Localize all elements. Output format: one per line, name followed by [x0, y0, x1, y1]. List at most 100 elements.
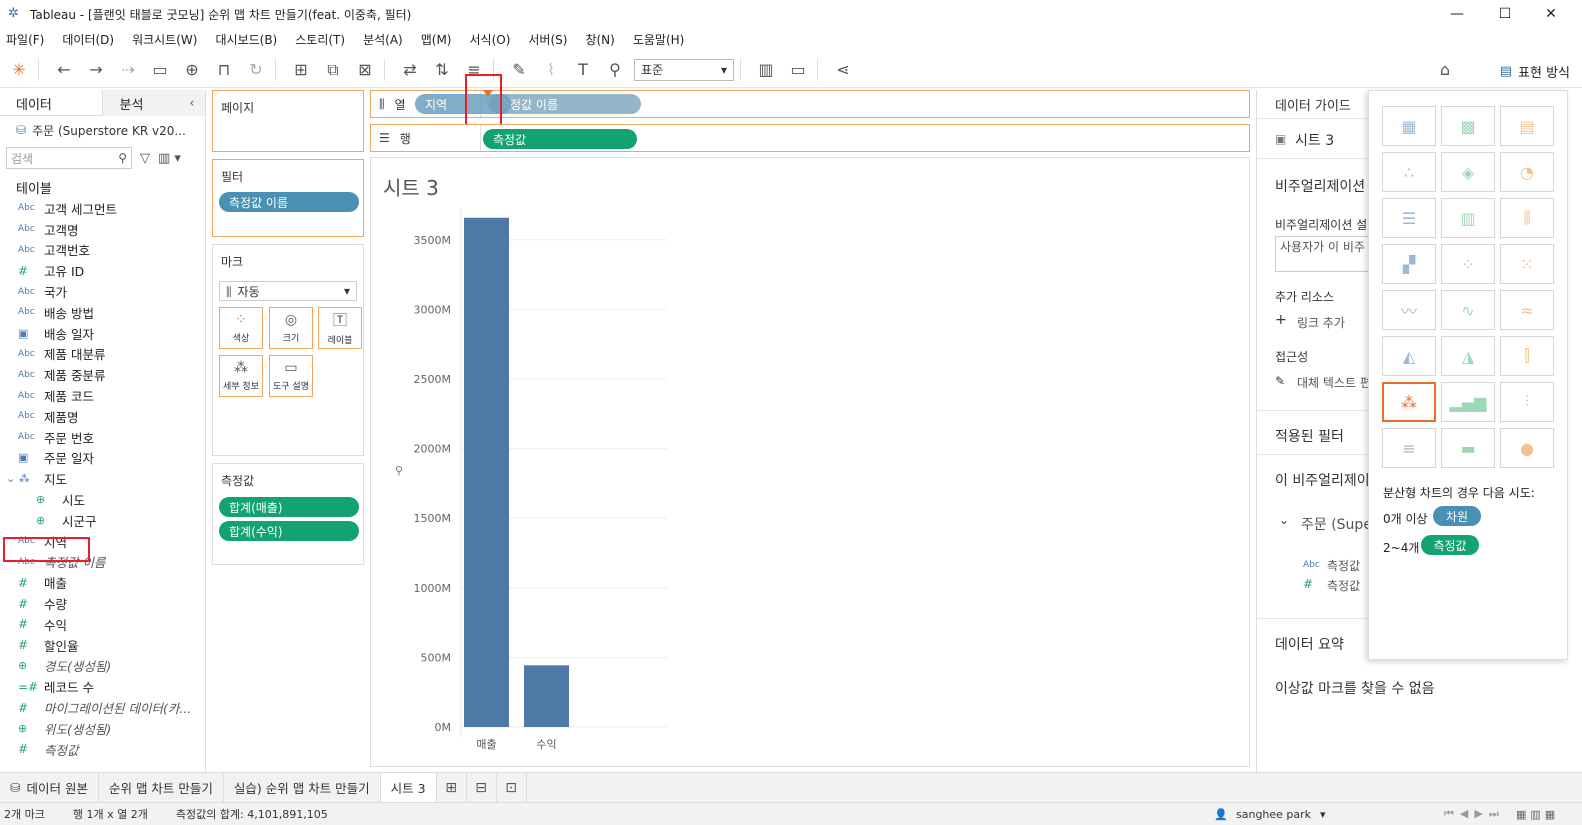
replay-icon[interactable]: ⇢	[115, 57, 141, 83]
redo-icon[interactable]: →	[83, 57, 109, 83]
share-icon[interactable]: ⋖	[830, 57, 856, 83]
histogram-icon[interactable]: ▂▄▆	[1441, 382, 1495, 422]
label-button[interactable]: 🅃 레이블	[318, 307, 362, 349]
field-item[interactable]: # 측정값	[0, 739, 205, 760]
side-by-side-circle-icon[interactable]: ⁙	[1500, 244, 1554, 284]
scatter-plot-icon[interactable]: ⁂	[1382, 382, 1436, 422]
horizontal-bar-icon[interactable]: ☰	[1382, 198, 1436, 238]
rows-shelf[interactable]: ☰ 행 측정값	[370, 124, 1250, 152]
field-item[interactable]: ⌄ ⁂ 지도	[0, 468, 205, 489]
menu-server[interactable]: 서버(S)	[528, 31, 567, 48]
stacked-bar-icon[interactable]: ▥	[1441, 198, 1495, 238]
text-table-icon[interactable]: ▦	[1382, 106, 1436, 146]
sort-asc-icon[interactable]: ⇅	[429, 57, 455, 83]
columns-pill-measure-names[interactable]: 측정값 이름	[489, 94, 641, 114]
swap-icon[interactable]: ⇄	[397, 57, 423, 83]
side-by-side-bar-icon[interactable]: ⫼	[1500, 198, 1554, 238]
box-whisker-icon[interactable]: ⫶	[1500, 382, 1554, 422]
area-continuous-icon[interactable]: ◭	[1382, 336, 1436, 376]
pages-card[interactable]: 페이지	[212, 90, 364, 152]
group-icon[interactable]: ⌇	[538, 57, 564, 83]
gantt-icon[interactable]: ≡	[1382, 428, 1436, 468]
new-sheet-icon[interactable]: ⊞	[288, 57, 314, 83]
rows-pill-measure-values[interactable]: 측정값	[483, 129, 637, 149]
refresh-icon[interactable]: ↻	[243, 57, 269, 83]
presentation-icon[interactable]: ▭	[785, 57, 811, 83]
field-item[interactable]: Abc 제품 코드	[0, 385, 205, 406]
new-datasource-icon[interactable]: ⊕	[179, 57, 205, 83]
clear-sheet-icon[interactable]: ⊠	[352, 57, 378, 83]
view-toggle-icon[interactable]: ▦▥▦	[1516, 808, 1559, 821]
symbol-map-icon[interactable]: ∴	[1382, 152, 1436, 192]
description-input[interactable]: 사용자가 이 비주 되는 설명을 입력	[1275, 236, 1375, 272]
minimize-icon[interactable]: —	[1434, 0, 1480, 28]
tab-data[interactable]: 데이터	[0, 90, 102, 116]
field-item[interactable]: ▣ 주문 일자	[0, 448, 205, 469]
view-options-icon[interactable]: ▥ ▾	[158, 151, 181, 166]
field-item[interactable]: # 매출	[0, 572, 205, 593]
pin-icon[interactable]: ⚲	[602, 57, 628, 83]
field-item[interactable]: Abc 고객명	[0, 219, 205, 240]
field-item[interactable]: =# 레코드 수	[0, 676, 205, 697]
pager-icon[interactable]: ⏮◀▶⏭	[1444, 807, 1505, 821]
menu-file[interactable]: 파일(F)	[6, 31, 44, 48]
color-button[interactable]: ⁘ 색상	[219, 307, 263, 349]
field-item[interactable]: # 고유 ID	[0, 260, 205, 281]
highlight-icon[interactable]: ✎	[506, 57, 532, 83]
field-item[interactable]: Abc 국가	[0, 281, 205, 302]
maximize-icon[interactable]: ☐	[1482, 0, 1528, 28]
dual-combination-icon[interactable]: ⫿	[1500, 336, 1554, 376]
tab-data-source[interactable]: ⛁ 데이터 원본	[0, 772, 99, 803]
format-pin-icon[interactable]: ⌂	[1432, 57, 1458, 83]
field-item[interactable]: Abc 고객번호	[0, 240, 205, 261]
tab-sheet-practice[interactable]: 실습) 순위 맵 차트 만들기	[224, 772, 381, 803]
field-item[interactable]: ⊕ 시군구	[0, 510, 205, 531]
detail-button[interactable]: ⁂ 세부 정보	[219, 355, 263, 397]
menu-format[interactable]: 서식(O)	[470, 31, 511, 48]
menu-worksheet[interactable]: 워크시트(W)	[132, 31, 197, 48]
tooltip-button[interactable]: ▭ 도구 설명	[269, 355, 313, 397]
columns-shelf[interactable]: ⫼ 열 측정값 이름 지역	[370, 90, 1250, 118]
packed-bubbles-icon[interactable]: ●	[1500, 428, 1554, 468]
fit-select[interactable]: 표준 ▾	[634, 58, 734, 81]
measure-pill-profit[interactable]: 합계(수익)	[219, 521, 359, 541]
field-item[interactable]: ⊕ 경도(생성됨)	[0, 656, 205, 677]
labels-icon[interactable]: T	[570, 57, 596, 83]
save-icon[interactable]: ▭	[147, 57, 173, 83]
field-item[interactable]: Abc 제품 대분류	[0, 344, 205, 365]
field-item[interactable]: ⊕ 시도	[0, 489, 205, 510]
treemap-icon[interactable]: ▞	[1382, 244, 1436, 284]
field-item[interactable]: # 할인율	[0, 635, 205, 656]
measure-pill-sales[interactable]: 합계(매출)	[219, 497, 359, 517]
size-button[interactable]: ◎ 크기	[269, 307, 313, 349]
tableau-home-icon[interactable]: ✳	[6, 57, 32, 83]
chevron-down-icon[interactable]: ▾	[1320, 808, 1326, 821]
tab-sheet-rank-map[interactable]: 순위 맵 차트 만들기	[99, 772, 224, 803]
alt-text-button[interactable]: 대체 텍스트 편	[1297, 374, 1371, 391]
tab-sheet-3[interactable]: 시트 3	[380, 772, 437, 803]
pause-updates-icon[interactable]: ⊓	[211, 57, 237, 83]
close-icon[interactable]: ✕	[1528, 0, 1574, 28]
circle-view-icon[interactable]: ⁘	[1441, 244, 1495, 284]
field-item[interactable]: Abc 배송 방법	[0, 302, 205, 323]
menu-analysis[interactable]: 분석(A)	[363, 31, 403, 48]
new-dashboard-icon[interactable]: ⊟	[467, 772, 497, 803]
field-item[interactable]: ⊕ 위도(생성됨)	[0, 718, 205, 739]
filters-card[interactable]: 필터 측정값 이름	[212, 159, 364, 237]
field-item[interactable]: Abc 제품 중분류	[0, 364, 205, 385]
show-me-button[interactable]: ▤ 표현 방식	[1500, 58, 1570, 84]
line-continuous-icon[interactable]: 〰	[1382, 290, 1436, 330]
field-item[interactable]: ▣ 배송 일자	[0, 323, 205, 344]
chevron-down-icon[interactable]: ⌄	[1279, 513, 1289, 527]
datasource-item[interactable]: ⛁ 주문 (Superstore KR v20...	[0, 116, 205, 144]
menu-dashboard[interactable]: 대시보드(B)	[215, 31, 277, 48]
field-item[interactable]: # 수량	[0, 593, 205, 614]
undo-icon[interactable]: ←	[51, 57, 77, 83]
area-discrete-icon[interactable]: ◮	[1441, 336, 1495, 376]
search-input[interactable]: 검색 ⚲	[6, 147, 132, 169]
line-discrete-icon[interactable]: ∿	[1441, 290, 1495, 330]
add-link-button[interactable]: 링크 추가	[1297, 314, 1345, 331]
menu-map[interactable]: 맵(M)	[421, 31, 452, 48]
mark-type-select[interactable]: ⫼ 자동 ▾	[219, 281, 357, 301]
collapse-icon[interactable]: ‹	[189, 96, 194, 111]
